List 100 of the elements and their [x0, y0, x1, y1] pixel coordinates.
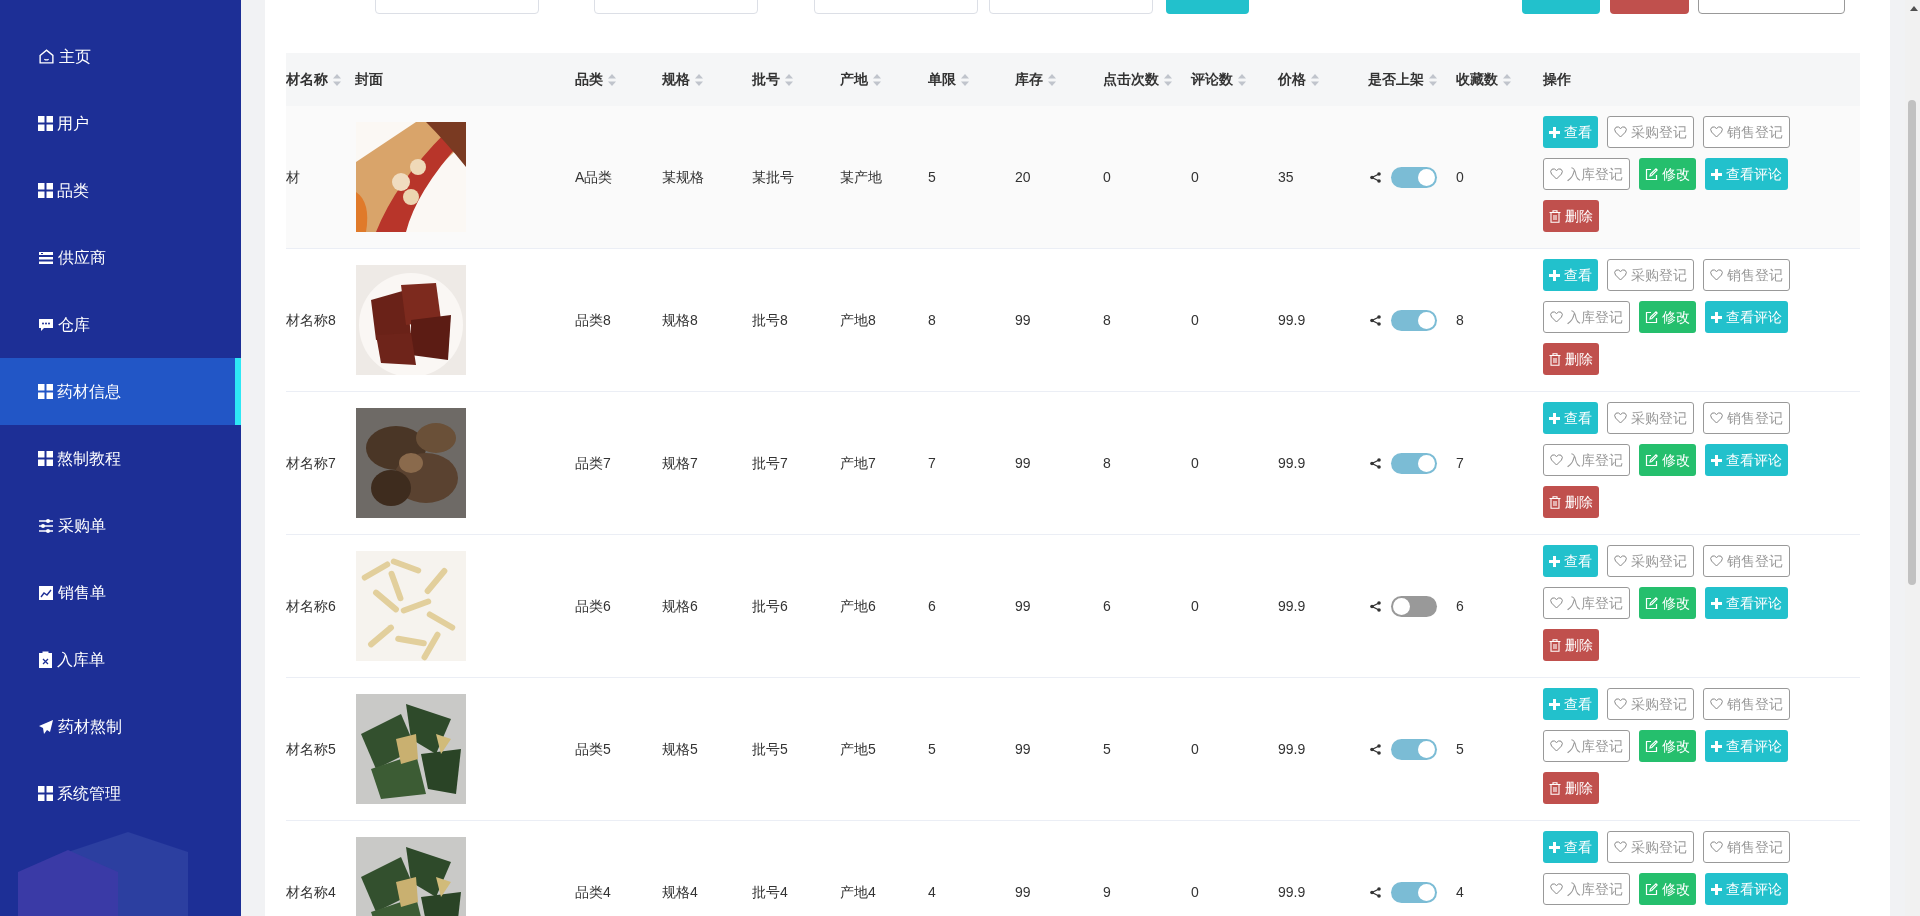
table-cell: 产地7	[840, 454, 876, 471]
toggle-switch[interactable]	[1391, 452, 1437, 474]
plus-icon	[1549, 841, 1560, 853]
sidebar-item[interactable]: 药材熬制	[0, 693, 241, 760]
edit-button[interactable]: 修改	[1639, 444, 1696, 476]
share-icon[interactable]	[1370, 886, 1381, 898]
register-button[interactable]: 入库登记	[1543, 444, 1630, 476]
sort-icon[interactable]	[961, 72, 969, 87]
register-button[interactable]: 销售登记	[1703, 831, 1790, 863]
sidebar-item[interactable]: 熬制教程	[0, 425, 241, 492]
toggle-switch[interactable]	[1391, 309, 1437, 331]
sidebar-item[interactable]: 入库单	[0, 626, 241, 693]
delete-button[interactable]: 删除	[1543, 486, 1599, 518]
register-button[interactable]: 销售登记	[1703, 545, 1790, 577]
sort-icon[interactable]	[873, 72, 881, 87]
sort-icon[interactable]	[608, 72, 616, 87]
table-cell: 0	[1191, 454, 1199, 471]
view-button[interactable]: 查看评论	[1705, 730, 1788, 762]
table-cell: 6	[1456, 597, 1464, 614]
table-cell: 批号4	[752, 883, 788, 900]
heart-icon	[1614, 412, 1627, 424]
register-button[interactable]: 采购登记	[1607, 259, 1694, 291]
edit-button[interactable]: 修改	[1639, 873, 1696, 905]
register-button[interactable]: 入库登记	[1543, 873, 1630, 905]
sort-icon[interactable]	[1503, 72, 1511, 87]
share-icon[interactable]	[1370, 314, 1381, 326]
view-button[interactable]: 查看	[1543, 259, 1598, 291]
view-button[interactable]: 查看	[1543, 688, 1598, 720]
share-icon[interactable]	[1370, 171, 1381, 183]
delete-button[interactable]: 删除	[1543, 343, 1599, 375]
delete-button[interactable]: 删除	[1543, 200, 1599, 232]
sidebar-item[interactable]: 用户	[0, 90, 241, 157]
edit-button[interactable]: 修改	[1639, 587, 1696, 619]
toggle-switch[interactable]	[1391, 595, 1437, 617]
edit-button[interactable]: 修改	[1639, 158, 1696, 190]
sort-icon[interactable]	[695, 72, 703, 87]
sidebar-item[interactable]: 主页	[0, 23, 241, 90]
register-button[interactable]: 采购登记	[1607, 545, 1694, 577]
view-button[interactable]: 查看	[1543, 402, 1598, 434]
register-button[interactable]: 入库登记	[1543, 587, 1630, 619]
table-cell: 规格5	[662, 740, 698, 757]
view-button[interactable]: 查看评论	[1705, 301, 1788, 333]
toggle-switch[interactable]	[1391, 881, 1437, 903]
share-icon[interactable]	[1370, 600, 1381, 612]
register-button[interactable]: 销售登记	[1703, 402, 1790, 434]
sidebar-item[interactable]: 销售单	[0, 559, 241, 626]
table-cell: 产地8	[840, 311, 876, 328]
column-header: 库存	[1015, 70, 1043, 89]
register-button[interactable]: 销售登记	[1703, 259, 1790, 291]
register-button[interactable]: 销售登记	[1703, 116, 1790, 148]
delete-button[interactable]: 删除	[1543, 629, 1599, 661]
view-button[interactable]: 查看	[1543, 831, 1598, 863]
register-button[interactable]: 入库登记	[1543, 301, 1630, 333]
register-button[interactable]: 入库登记	[1543, 730, 1630, 762]
toggle-switch[interactable]	[1391, 738, 1437, 760]
delete-button[interactable]: 删除	[1543, 772, 1599, 804]
share-icon[interactable]	[1370, 743, 1381, 755]
table-cell: 某产地	[840, 168, 882, 185]
view-button[interactable]: 查看评论	[1705, 587, 1788, 619]
table-cell: 0	[1103, 168, 1111, 185]
column-header: 单限	[928, 70, 956, 89]
edit-button[interactable]: 修改	[1639, 730, 1696, 762]
table-cell: 材名称8	[286, 311, 336, 328]
sort-icon[interactable]	[333, 72, 341, 87]
share-icon[interactable]	[1370, 457, 1381, 469]
sort-icon[interactable]	[1238, 72, 1246, 87]
view-button[interactable]: 查看	[1543, 116, 1598, 148]
table-cell: 0	[1191, 883, 1199, 900]
home-icon	[38, 48, 55, 65]
table-cell: 0	[1191, 597, 1199, 614]
register-button[interactable]: 采购登记	[1607, 116, 1694, 148]
register-button[interactable]: 采购登记	[1607, 688, 1694, 720]
toggle-switch[interactable]	[1391, 166, 1437, 188]
register-button[interactable]: 销售登记	[1703, 688, 1790, 720]
view-button[interactable]: 查看评论	[1705, 158, 1788, 190]
heart-icon	[1614, 555, 1627, 567]
sort-icon[interactable]	[1048, 72, 1056, 87]
sort-icon[interactable]	[785, 72, 793, 87]
table-cell: 某批号	[752, 168, 794, 185]
edit-button[interactable]: 修改	[1639, 301, 1696, 333]
sort-icon[interactable]	[1164, 72, 1172, 87]
plus-icon	[1711, 740, 1722, 752]
sidebar-item[interactable]: 系统管理	[0, 760, 241, 827]
sidebar-item[interactable]: 药材信息	[0, 358, 241, 425]
table-cell: 0	[1456, 168, 1464, 185]
register-button[interactable]: 采购登记	[1607, 402, 1694, 434]
view-button[interactable]: 查看评论	[1705, 444, 1788, 476]
sidebar-item[interactable]: 供应商	[0, 224, 241, 291]
register-button[interactable]: 采购登记	[1607, 831, 1694, 863]
sidebar-item[interactable]: 品类	[0, 157, 241, 224]
view-button[interactable]: 查看	[1543, 545, 1598, 577]
sort-icon[interactable]	[1429, 72, 1437, 87]
trash-icon	[1549, 638, 1561, 652]
sidebar-item[interactable]: 仓库	[0, 291, 241, 358]
view-button[interactable]: 查看评论	[1705, 873, 1788, 905]
sort-icon[interactable]	[1311, 72, 1319, 87]
sidebar-item[interactable]: 采购单	[0, 492, 241, 559]
heart-icon	[1550, 597, 1563, 609]
register-button[interactable]: 入库登记	[1543, 158, 1630, 190]
plus-icon	[1549, 555, 1560, 567]
